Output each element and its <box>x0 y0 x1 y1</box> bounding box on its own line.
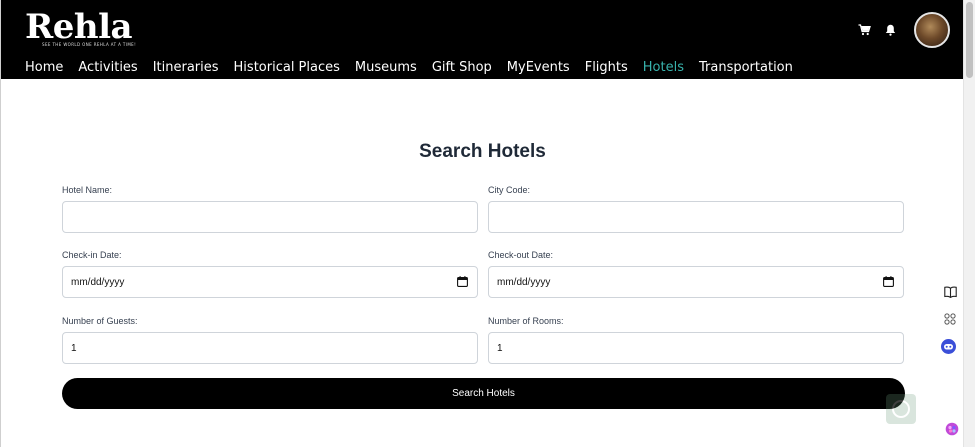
nav-activities[interactable]: Activities <box>78 60 137 75</box>
rooms-input[interactable]: 1 <box>488 332 904 364</box>
logo-text: Rehla <box>25 7 133 47</box>
check-out-date-value: mm/dd/yyyy <box>497 276 551 288</box>
hotel-name-input[interactable] <box>62 201 478 233</box>
page-title: Search Hotels <box>419 141 546 162</box>
calendar-icon[interactable] <box>457 276 468 287</box>
rooms-label: Number of Rooms: <box>488 316 564 326</box>
calendar-icon[interactable] <box>883 276 894 287</box>
scrollbar-thumb[interactable] <box>966 2 973 78</box>
check-out-label: Check-out Date: <box>488 250 554 260</box>
top-navbar: Rehla SEE THE WORLD ONE REHLA AT A TIME!… <box>1 0 964 79</box>
assistant-icon[interactable] <box>937 335 959 357</box>
cart-icon[interactable] <box>856 22 872 38</box>
nav-home[interactable]: Home <box>25 60 63 75</box>
city-code-label: City Code: <box>488 185 531 195</box>
check-in-date-input[interactable]: mm/dd/yyyy <box>62 266 478 298</box>
book-icon[interactable] <box>939 281 961 303</box>
search-hotels-button[interactable]: Search Hotels <box>62 378 905 409</box>
nav-historical-places[interactable]: Historical Places <box>234 60 340 75</box>
check-in-date-value: mm/dd/yyyy <box>71 276 125 288</box>
header-actions <box>856 12 950 48</box>
main-nav: Home Activities Itineraries Historical P… <box>25 60 808 75</box>
vertical-scrollbar[interactable] <box>963 0 975 447</box>
nav-museums[interactable]: Museums <box>355 60 417 75</box>
nav-flights[interactable]: Flights <box>585 60 628 75</box>
guests-label: Number of Guests: <box>62 316 138 326</box>
hotel-name-label: Hotel Name: <box>62 185 113 195</box>
apps-icon[interactable] <box>939 308 961 330</box>
check-out-date-input[interactable]: mm/dd/yyyy <box>488 266 904 298</box>
check-in-label: Check-in Date: <box>62 250 122 260</box>
bell-icon[interactable] <box>882 22 898 38</box>
logo[interactable]: Rehla SEE THE WORLD ONE REHLA AT A TIME! <box>25 7 136 47</box>
city-code-input[interactable] <box>488 201 904 233</box>
nav-transportation[interactable]: Transportation <box>699 60 793 75</box>
brain-icon[interactable] <box>941 418 963 440</box>
avatar[interactable] <box>914 12 950 48</box>
nav-gift-shop[interactable]: Gift Shop <box>432 60 492 75</box>
guests-input[interactable]: 1 <box>62 332 478 364</box>
nav-hotels[interactable]: Hotels <box>643 60 684 75</box>
browser-viewport: Rehla SEE THE WORLD ONE REHLA AT A TIME!… <box>0 0 975 447</box>
chat-watermark-icon <box>885 393 917 425</box>
nav-itineraries[interactable]: Itineraries <box>153 60 219 75</box>
logo-tagline: SEE THE WORLD ONE REHLA AT A TIME! <box>42 42 137 47</box>
nav-myevents[interactable]: MyEvents <box>507 60 570 75</box>
